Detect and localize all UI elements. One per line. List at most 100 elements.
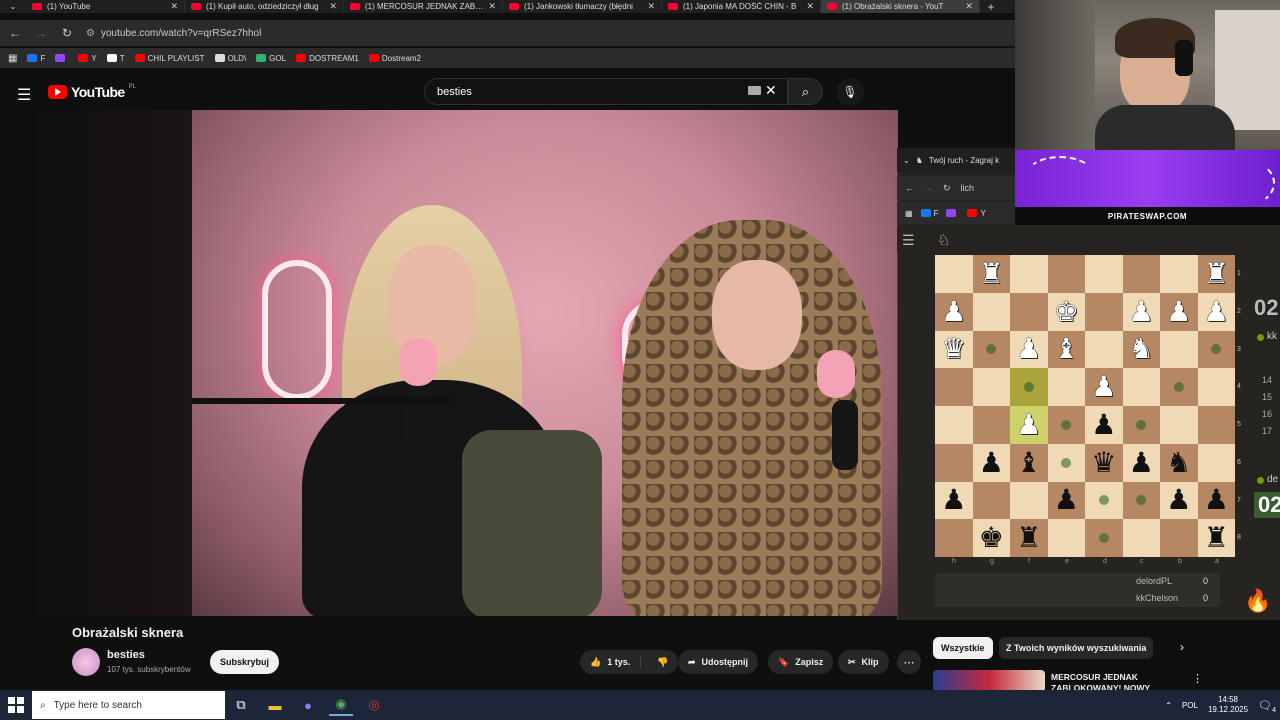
board-square[interactable] bbox=[1047, 519, 1085, 557]
board-square[interactable] bbox=[1122, 368, 1160, 406]
bookmark-item[interactable]: F bbox=[27, 54, 45, 63]
black-pawn-piece[interactable]: ♟ bbox=[941, 486, 966, 514]
white-knight-piece[interactable]: ♞ bbox=[1129, 335, 1154, 363]
board-square[interactable] bbox=[1122, 406, 1160, 444]
board-square[interactable] bbox=[1122, 255, 1160, 293]
close-tab-icon[interactable]: ✕ bbox=[647, 1, 655, 12]
bookmark-item[interactable]: Y bbox=[78, 54, 97, 63]
browser-tab[interactable]: (1) Kupił auto, odziedziczył dług ✕ bbox=[185, 0, 344, 13]
obs-icon[interactable]: ◎ bbox=[362, 694, 386, 716]
browser-tab[interactable]: (1) Jankowski tłumaczy (błędni ✕ bbox=[503, 0, 662, 13]
board-square[interactable]: ♟ bbox=[1197, 292, 1235, 331]
opponent-name[interactable]: kk bbox=[1267, 331, 1277, 342]
white-rook-piece[interactable]: ♜ bbox=[1204, 259, 1229, 288]
board-square[interactable] bbox=[972, 481, 1010, 520]
board-square[interactable] bbox=[1197, 368, 1235, 406]
board-square[interactable]: ♚ bbox=[972, 519, 1010, 557]
board-square[interactable]: ♟ bbox=[1085, 406, 1123, 444]
chess-tab-title[interactable]: Twój ruch - Zagraj k bbox=[929, 156, 999, 165]
apps-grid-icon[interactable]: ▦ bbox=[8, 53, 17, 64]
board-square[interactable] bbox=[935, 519, 973, 557]
recommendation-title[interactable]: MERCOSUR JEDNAK ZABLOKOWANY! NOWY bbox=[1051, 672, 1171, 690]
board-square[interactable]: ♟ bbox=[1122, 292, 1160, 331]
site-info-icon[interactable]: ⚙ bbox=[86, 28, 95, 39]
white-pawn-piece[interactable]: ♟ bbox=[1091, 373, 1116, 401]
dislike-button[interactable]: 👎 bbox=[647, 657, 678, 668]
like-button[interactable]: 👍 1 tys. bbox=[590, 656, 642, 668]
board-square[interactable]: ♟ bbox=[935, 481, 973, 520]
white-bishop-piece[interactable]: ♝ bbox=[1054, 335, 1079, 363]
lichess-menu-icon[interactable]: ☰ bbox=[902, 232, 915, 249]
chrome-icon[interactable]: ◉ bbox=[329, 694, 353, 716]
more-vertical-icon[interactable]: ⋮ bbox=[1192, 672, 1203, 685]
board-square[interactable]: ♝ bbox=[1010, 443, 1048, 482]
white-pawn-piece[interactable]: ♟ bbox=[1016, 335, 1041, 363]
bookmark-item[interactable]: T bbox=[106, 54, 125, 63]
board-square[interactable] bbox=[1160, 255, 1198, 293]
clear-search-icon[interactable]: ✕ bbox=[765, 82, 777, 99]
move-hint-dot[interactable] bbox=[986, 344, 997, 355]
browser-tab[interactable]: (1) YouTube ✕ bbox=[26, 0, 185, 13]
reload-button[interactable]: ↻ bbox=[943, 183, 951, 194]
bookmark-item[interactable] bbox=[55, 54, 68, 62]
white-pawn-piece[interactable]: ♟ bbox=[941, 297, 966, 326]
fire-icon[interactable]: 🔥 bbox=[1244, 588, 1271, 614]
clip-button[interactable]: ✂ Klip bbox=[838, 650, 889, 674]
task-view-icon[interactable]: ⧉ bbox=[229, 694, 253, 716]
board-square[interactable] bbox=[1160, 406, 1198, 444]
black-pawn-piece[interactable]: ♟ bbox=[1091, 410, 1116, 439]
bookmark-item[interactable]: Y bbox=[967, 209, 986, 218]
board-square[interactable]: ♟ bbox=[1160, 292, 1198, 331]
board-square[interactable]: ♟ bbox=[1010, 330, 1048, 369]
bookmark-item[interactable]: OLD\ bbox=[214, 54, 246, 63]
move-hint-dot[interactable] bbox=[1173, 382, 1184, 393]
board-square[interactable]: ♛ bbox=[935, 330, 973, 369]
black-bishop-piece[interactable]: ♝ bbox=[1016, 448, 1041, 477]
keyboard-icon[interactable] bbox=[748, 86, 761, 95]
board-square[interactable]: ♟ bbox=[935, 292, 973, 331]
board-square[interactable] bbox=[1197, 406, 1235, 444]
board-square[interactable]: ♟ bbox=[1085, 368, 1123, 406]
board-square[interactable] bbox=[1160, 330, 1198, 369]
search-input[interactable]: besties bbox=[424, 78, 788, 105]
url-field[interactable]: ⚙ youtube.com/watch?v=qrRSez7hhol bbox=[86, 28, 261, 39]
black-king-piece[interactable]: ♚ bbox=[979, 524, 1004, 552]
language-indicator[interactable]: POL bbox=[1182, 701, 1198, 710]
board-square[interactable] bbox=[935, 443, 973, 482]
channel-avatar[interactable] bbox=[72, 648, 100, 676]
move-hint-dot[interactable] bbox=[1098, 533, 1109, 544]
board-square[interactable]: ♝ bbox=[1047, 330, 1085, 369]
black-pawn-piece[interactable]: ♟ bbox=[1166, 486, 1191, 514]
video-player[interactable] bbox=[192, 110, 898, 616]
board-square[interactable] bbox=[1047, 255, 1085, 293]
board-square[interactable] bbox=[1160, 368, 1198, 406]
board-square[interactable] bbox=[1122, 519, 1160, 557]
board-square[interactable]: ♞ bbox=[1122, 330, 1160, 369]
board-square[interactable] bbox=[935, 255, 973, 293]
chevron-up-icon[interactable]: ⌃ bbox=[1165, 701, 1172, 710]
bookmark-item[interactable] bbox=[946, 209, 959, 217]
notification-icon[interactable]: 🗨 4 bbox=[1258, 699, 1276, 714]
youtube-logo[interactable]: YouTube PL bbox=[48, 84, 136, 100]
move-hint-dot[interactable] bbox=[1211, 344, 1222, 355]
tray-clock[interactable]: 14:58 19.12.2025 bbox=[1208, 695, 1248, 715]
board-square[interactable] bbox=[1085, 481, 1123, 520]
apps-grid-icon[interactable]: ▦ bbox=[905, 209, 913, 218]
move-hint-dot[interactable] bbox=[1023, 382, 1034, 393]
file-explorer-icon[interactable]: ▬ bbox=[263, 694, 287, 716]
bookmark-item[interactable]: CHIL PLAYLIST bbox=[134, 54, 205, 63]
bookmark-item[interactable]: Dostream2 bbox=[368, 54, 421, 63]
board-square[interactable] bbox=[1085, 330, 1123, 369]
chevron-down-icon[interactable]: ⌄ bbox=[903, 156, 910, 165]
move-hint-dot[interactable] bbox=[1136, 419, 1147, 430]
tab-search-button[interactable]: ⌄ bbox=[0, 0, 26, 13]
subscribe-button[interactable]: Subskrybuj bbox=[210, 650, 279, 674]
board-square[interactable]: ♜ bbox=[1197, 519, 1235, 557]
board-square[interactable]: ♜ bbox=[1010, 519, 1048, 557]
save-button[interactable]: 🔖 Zapisz bbox=[768, 650, 834, 674]
black-knight-piece[interactable]: ♞ bbox=[1166, 448, 1191, 477]
board-square[interactable] bbox=[935, 406, 973, 444]
bookmark-item[interactable]: F bbox=[920, 209, 938, 218]
black-rook-piece[interactable]: ♜ bbox=[1016, 524, 1041, 552]
board-square[interactable] bbox=[1085, 255, 1123, 293]
